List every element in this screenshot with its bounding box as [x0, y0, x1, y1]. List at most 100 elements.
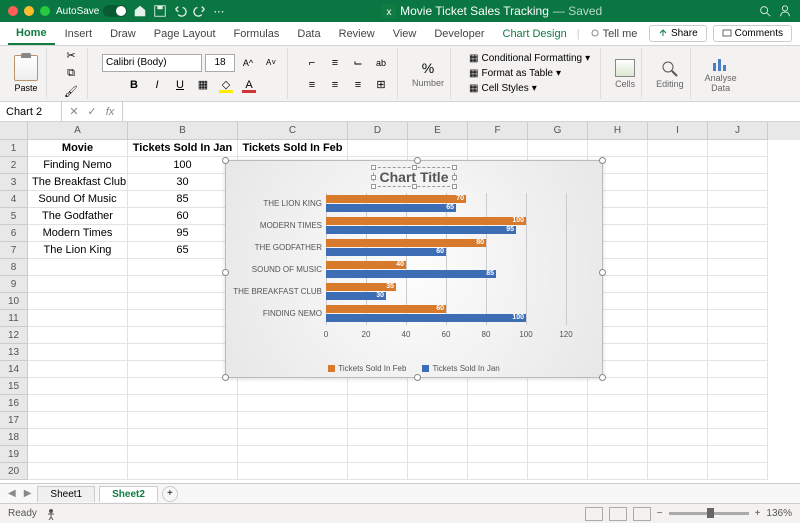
cell[interactable]: [238, 429, 348, 446]
cell[interactable]: [708, 378, 768, 395]
enter-formula[interactable]: ✓: [84, 105, 100, 118]
chart-bar[interactable]: 35: [326, 283, 396, 291]
chart-bar[interactable]: 70: [326, 195, 466, 203]
cell[interactable]: [708, 140, 768, 157]
row-header[interactable]: 20: [0, 463, 28, 480]
cell[interactable]: [708, 412, 768, 429]
cell[interactable]: [28, 310, 128, 327]
cell[interactable]: [648, 378, 708, 395]
cell[interactable]: [28, 327, 128, 344]
cell[interactable]: 100: [128, 157, 238, 174]
chart-bar[interactable]: 80: [326, 239, 486, 247]
percent-icon[interactable]: %: [422, 60, 434, 76]
add-sheet-button[interactable]: +: [162, 486, 178, 502]
cell[interactable]: [348, 412, 408, 429]
cell[interactable]: 65: [128, 242, 238, 259]
row-header[interactable]: 2: [0, 157, 28, 174]
column-header[interactable]: J: [708, 122, 768, 140]
column-header[interactable]: I: [648, 122, 708, 140]
cell[interactable]: [648, 208, 708, 225]
font-color[interactable]: A: [239, 75, 259, 95]
cell[interactable]: [648, 344, 708, 361]
row-header[interactable]: 13: [0, 344, 28, 361]
cell[interactable]: [708, 174, 768, 191]
format-as-table[interactable]: ▦ Format as Table ▾: [465, 67, 565, 80]
tab-review[interactable]: Review: [331, 24, 383, 44]
cell[interactable]: [128, 293, 238, 310]
cell[interactable]: [238, 378, 348, 395]
cell[interactable]: [128, 395, 238, 412]
cell[interactable]: [348, 140, 408, 157]
column-header[interactable]: A: [28, 122, 128, 140]
tab-home[interactable]: Home: [8, 23, 55, 45]
cell[interactable]: [468, 412, 528, 429]
cell[interactable]: [128, 412, 238, 429]
cell[interactable]: [648, 446, 708, 463]
tab-draw[interactable]: Draw: [102, 24, 144, 44]
toggle-switch[interactable]: [103, 5, 127, 17]
cell[interactable]: [28, 446, 128, 463]
row-header[interactable]: 16: [0, 395, 28, 412]
row-header[interactable]: 1: [0, 140, 28, 157]
cell[interactable]: [708, 310, 768, 327]
row-header[interactable]: 3: [0, 174, 28, 191]
cell[interactable]: [648, 327, 708, 344]
cell[interactable]: [28, 412, 128, 429]
cell[interactable]: [238, 463, 348, 480]
embedded-chart[interactable]: Chart Title 020406080100120THE LION KING…: [225, 160, 603, 378]
cell[interactable]: [408, 140, 468, 157]
cell[interactable]: [348, 395, 408, 412]
row-header[interactable]: 7: [0, 242, 28, 259]
cell[interactable]: [708, 344, 768, 361]
align-center[interactable]: ≡: [325, 75, 345, 95]
cell[interactable]: [648, 412, 708, 429]
cell-styles[interactable]: ▦ Cell Styles ▾: [465, 82, 541, 95]
cell[interactable]: [588, 446, 648, 463]
cell[interactable]: [468, 378, 528, 395]
cell[interactable]: [648, 293, 708, 310]
cell[interactable]: [238, 446, 348, 463]
name-box[interactable]: Chart 2: [0, 102, 62, 121]
cell[interactable]: The Breakfast Club: [28, 174, 128, 191]
cell[interactable]: [708, 446, 768, 463]
cell[interactable]: [238, 395, 348, 412]
cell[interactable]: [128, 446, 238, 463]
font-size-select[interactable]: [205, 54, 235, 72]
decrease-font[interactable]: A˅: [261, 53, 281, 73]
cell[interactable]: Modern Times: [28, 225, 128, 242]
tab-page-layout[interactable]: Page Layout: [146, 24, 224, 44]
cell[interactable]: [128, 361, 238, 378]
cell[interactable]: [348, 429, 408, 446]
plot-area[interactable]: 020406080100120THE LION KING7065MODERN T…: [326, 193, 586, 343]
tab-formulas[interactable]: Formulas: [226, 24, 288, 44]
cell[interactable]: 60: [128, 208, 238, 225]
cell[interactable]: [708, 395, 768, 412]
cell[interactable]: Movie: [28, 140, 128, 157]
cell[interactable]: Finding Nemo: [28, 157, 128, 174]
share-button[interactable]: Share: [649, 25, 707, 42]
tab-data[interactable]: Data: [289, 24, 328, 44]
cell[interactable]: Sound Of Music: [28, 191, 128, 208]
chart-legend[interactable]: Tickets Sold In Feb Tickets Sold In Jan: [226, 364, 602, 373]
home-icon[interactable]: [133, 4, 147, 18]
cell[interactable]: [28, 429, 128, 446]
column-header[interactable]: F: [468, 122, 528, 140]
row-header[interactable]: 18: [0, 429, 28, 446]
cell[interactable]: [708, 208, 768, 225]
select-all-corner[interactable]: [0, 122, 28, 140]
align-bottom[interactable]: ⌙: [348, 53, 368, 73]
row-header[interactable]: 8: [0, 259, 28, 276]
row-header[interactable]: 4: [0, 191, 28, 208]
row-header[interactable]: 17: [0, 412, 28, 429]
cell[interactable]: [468, 395, 528, 412]
cell[interactable]: [708, 191, 768, 208]
chart-bar[interactable]: 95: [326, 226, 516, 234]
cell[interactable]: [28, 395, 128, 412]
chart-bar[interactable]: 65: [326, 204, 456, 212]
row-header[interactable]: 19: [0, 446, 28, 463]
cell[interactable]: [708, 327, 768, 344]
cell[interactable]: [128, 276, 238, 293]
underline-button[interactable]: U: [170, 75, 190, 95]
row-header[interactable]: 9: [0, 276, 28, 293]
worksheet[interactable]: ABCDEFGHIJ 1MovieTickets Sold In JanTick…: [0, 122, 800, 483]
